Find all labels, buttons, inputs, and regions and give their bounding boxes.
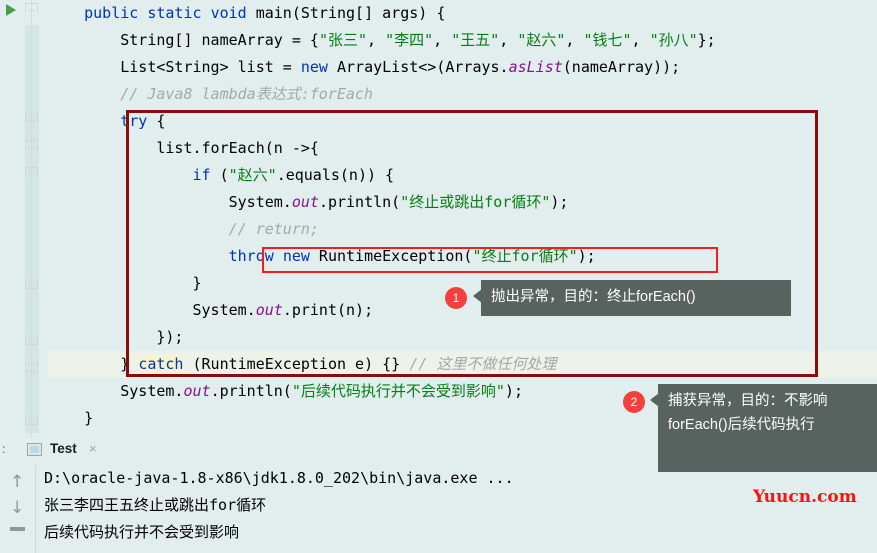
code-line: String[] nameArray = {"张三", "李四", "王五", … <box>48 27 877 54</box>
callout-badge-1: 1 <box>445 287 467 309</box>
code-token: // Java8 lambda表达式:forEach <box>48 85 373 103</box>
code-token: } <box>48 355 139 373</box>
code-token: "王五" <box>451 31 500 49</box>
code-token: asList <box>508 58 563 76</box>
fold-guide-line <box>31 0 32 445</box>
arrow-up-icon[interactable]: ↑ <box>10 473 24 491</box>
code-token: "张三" <box>318 31 367 49</box>
close-icon[interactable]: × <box>89 441 97 456</box>
code-line: // Java8 lambda表达式:forEach <box>48 81 877 108</box>
code-token: public <box>84 4 139 22</box>
code-token: "后续代码执行并不会受到影响" <box>291 382 505 400</box>
callout-tip-icon <box>650 393 659 407</box>
code-token: System. <box>48 382 184 400</box>
code-token: out <box>183 382 211 400</box>
code-token: , <box>499 31 518 49</box>
console-toolbar: ↑ ↓ <box>0 465 36 553</box>
code-token: "赵六" <box>517 31 566 49</box>
code-token: ); <box>504 382 523 400</box>
code-token: "孙八" <box>649 31 698 49</box>
code-token: }; <box>697 31 716 49</box>
editor-gutter <box>0 0 48 455</box>
callout-2: 捕获异常，目的：不影响forEach()后续代码执行 <box>650 384 877 472</box>
console-divider <box>35 465 36 553</box>
callout-1-text: 抛出异常，目的：终止forEach() <box>491 289 696 305</box>
throw-statement-highlight-box <box>262 247 718 273</box>
code-token: , <box>367 31 386 49</box>
callout-tip-icon <box>473 289 482 303</box>
code-token: , <box>433 31 452 49</box>
tab-underline <box>0 462 118 463</box>
code-token: new <box>300 58 328 76</box>
ide-screenshot: public static void main(String[] args) {… <box>0 0 877 553</box>
code-token: ArrayList<>(Arrays. <box>327 58 509 76</box>
code-token: "李四" <box>385 31 434 49</box>
callout-badge-2: 2 <box>623 391 645 413</box>
code-token: main(String[] args) { <box>246 4 446 22</box>
code-token: void <box>210 4 247 22</box>
code-line: public static void main(String[] args) { <box>48 0 877 27</box>
console-output-line: 后续代码执行并不会受到影响 <box>44 523 240 541</box>
console-window-icon <box>27 443 42 456</box>
code-token: } <box>48 409 94 427</box>
try-catch-highlight-box <box>126 110 818 377</box>
code-token: , <box>631 31 650 49</box>
code-token: static <box>147 4 202 22</box>
run-triangle-icon[interactable] <box>6 4 16 16</box>
code-line: List<String> list = new ArrayList<>(Arra… <box>48 54 877 81</box>
callout-1: 抛出异常，目的：终止forEach() <box>473 280 791 316</box>
soft-wrap-icon[interactable] <box>10 527 25 531</box>
tab-test[interactable]: Test <box>50 441 77 456</box>
code-token: .println( <box>210 382 292 400</box>
tab-prefix-label: : <box>2 442 6 456</box>
code-token: List<String> list = <box>48 58 301 76</box>
code-token: , <box>565 31 584 49</box>
code-token: "钱七" <box>583 31 632 49</box>
callout-2-text: 捕获异常，目的：不影响forEach()后续代码执行 <box>668 393 828 433</box>
code-token: (nameArray)); <box>562 58 681 76</box>
arrow-down-icon[interactable]: ↓ <box>10 499 24 517</box>
fold-marker-icon[interactable] <box>25 3 38 18</box>
watermark: Yuucn.com <box>753 487 857 507</box>
code-token: String[] nameArray = { <box>48 31 319 49</box>
